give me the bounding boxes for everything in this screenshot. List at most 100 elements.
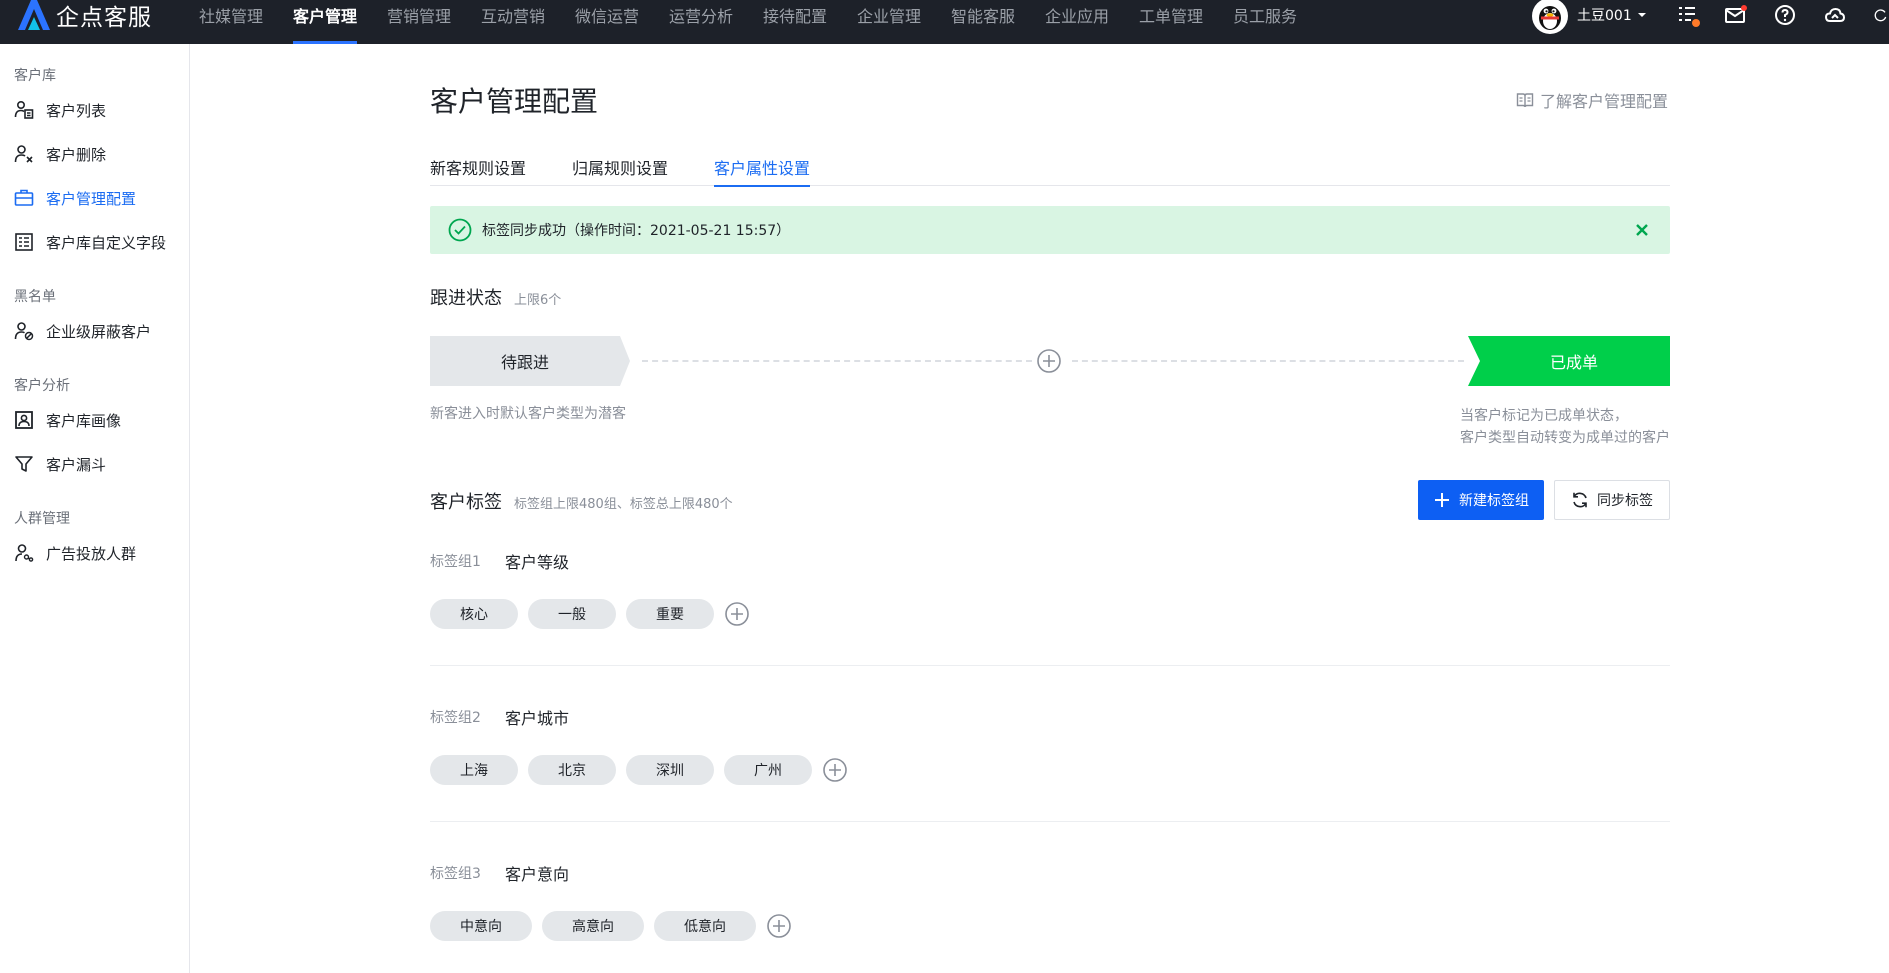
add-stage-button[interactable] <box>1036 348 1062 374</box>
add-tag-button[interactable] <box>724 601 750 627</box>
tag-chip[interactable]: 一般 <box>528 599 616 629</box>
sidebar-item-label: 客户漏斗 <box>46 455 107 474</box>
success-alert: 标签同步成功（操作时间：2021-05-21 15:57） <box>430 206 1670 254</box>
stage-connector <box>1072 360 1464 362</box>
nav-item-enterprise-apps[interactable]: 企业应用 <box>1045 0 1109 44</box>
tag-chip[interactable]: 北京 <box>528 755 616 785</box>
sidebar-item-label: 客户管理配置 <box>46 189 137 208</box>
customer-tags-title: 客户标签 <box>430 492 502 513</box>
close-icon[interactable] <box>1632 220 1652 240</box>
user-avatar[interactable] <box>1532 0 1568 34</box>
sync-tags-button[interactable]: 同步标签 <box>1554 480 1670 520</box>
sync-icon <box>1571 491 1589 509</box>
add-tag-button[interactable] <box>766 913 792 939</box>
help-link[interactable]: 了解客户管理配置 <box>1516 88 1668 112</box>
user-block-icon <box>14 321 34 341</box>
add-tag-button[interactable] <box>822 757 848 783</box>
tag-chip[interactable]: 核心 <box>430 599 518 629</box>
sidebar-item-customer-list[interactable]: 客户列表 <box>14 95 184 125</box>
task-list-button[interactable] <box>1676 3 1700 27</box>
end-stage-note-line: 客户类型自动转变为成单过的客户 <box>1460 430 1670 446</box>
sidebar-item-ad-audience[interactable]: 广告投放人群 <box>14 538 184 568</box>
stage-pending-label: 待跟进 <box>500 353 549 372</box>
new-tag-group-button[interactable]: 新建标签组 <box>1418 480 1544 520</box>
tag-group-name[interactable]: 客户等级 <box>505 549 569 573</box>
mail-button[interactable] <box>1723 3 1747 27</box>
help-link-label: 了解客户管理配置 <box>1540 92 1669 111</box>
stage-pending[interactable]: 待跟进 <box>430 336 630 386</box>
plus-circle-icon <box>767 914 791 938</box>
tab-bar: 新客规则设置 归属规则设置 客户属性设置 <box>430 152 1670 187</box>
nav-item-customer[interactable]: 客户管理 <box>293 0 358 44</box>
tag-group-name[interactable]: 客户城市 <box>505 705 569 729</box>
end-stage-note-line: 当客户标记为已成单状态， <box>1460 408 1628 424</box>
tag-chip[interactable]: 重要 <box>626 599 714 629</box>
nav-item-reception[interactable]: 接待配置 <box>763 0 827 44</box>
tab-new-customer-rules[interactable]: 新客规则设置 <box>430 155 526 186</box>
sidebar-item-customer-delete[interactable]: 客户删除 <box>14 139 184 169</box>
plus-circle-icon <box>1037 349 1061 373</box>
nav-item-analytics[interactable]: 运营分析 <box>669 0 733 44</box>
sidebar-item-label: 广告投放人群 <box>46 544 137 563</box>
tag-chip[interactable]: 低意向 <box>654 911 756 941</box>
mail-icon <box>1725 5 1747 23</box>
tab-ownership-rules[interactable]: 归属规则设置 <box>572 155 668 186</box>
plus-circle-icon <box>823 758 847 782</box>
more-button[interactable] <box>1873 3 1889 27</box>
audience-icon <box>14 543 34 563</box>
nav-item-social[interactable]: 社媒管理 <box>199 0 263 44</box>
tag-chip[interactable]: 上海 <box>430 755 518 785</box>
refresh-icon <box>1874 9 1887 22</box>
tag-chip[interactable]: 广州 <box>724 755 812 785</box>
sidebar-item-customer-funnel[interactable]: 客户漏斗 <box>14 449 184 479</box>
sidebar-item-label: 客户库自定义字段 <box>46 233 167 252</box>
page-title: 客户管理配置 <box>430 85 599 118</box>
help-icon <box>1775 5 1795 25</box>
portrait-frame-icon <box>14 410 34 430</box>
brand-name: 企点客服 <box>56 5 152 31</box>
tag-group-name[interactable]: 客户意向 <box>505 861 569 885</box>
user-name: 土豆001 <box>1577 8 1632 24</box>
new-tag-group-label: 新建标签组 <box>1459 493 1529 509</box>
brand-logo[interactable]: 企点客服 <box>14 0 152 31</box>
tag-chip[interactable]: 高意向 <box>542 911 644 941</box>
tag-group-index: 标签组1 <box>430 554 481 570</box>
stage-closed-deal-label: 已成单 <box>1549 353 1598 372</box>
funnel-icon <box>14 454 34 474</box>
tag-chip-list: 中意向 高意向 低意向 <box>430 911 792 941</box>
nav-item-enterprise[interactable]: 企业管理 <box>857 0 921 44</box>
divider <box>430 821 1670 822</box>
sidebar-item-label: 客户库画像 <box>46 411 122 430</box>
customer-list-icon <box>14 100 34 120</box>
nav-item-marketing[interactable]: 营销管理 <box>387 0 451 44</box>
help-button[interactable] <box>1773 3 1797 27</box>
customer-tags-hint: 标签组上限480组、标签总上限480个 <box>514 497 733 512</box>
nav-item-staff[interactable]: 员工服务 <box>1233 0 1297 44</box>
divider <box>430 665 1670 666</box>
follow-status-title: 跟进状态 <box>430 288 502 309</box>
sidebar-item-customer-portrait[interactable]: 客户库画像 <box>14 405 184 435</box>
sidebar-item-customer-config[interactable]: 客户管理配置 <box>14 183 184 213</box>
tag-chip[interactable]: 中意向 <box>430 911 532 941</box>
nav-item-tickets[interactable]: 工单管理 <box>1139 0 1203 44</box>
nav-item-smart-service[interactable]: 智能客服 <box>951 0 1015 44</box>
user-menu[interactable]: 土豆001 <box>1577 0 1647 30</box>
chevron-down-icon <box>1637 13 1646 17</box>
tab-customer-attributes[interactable]: 客户属性设置 <box>714 155 811 187</box>
tag-chip-list: 上海 北京 深圳 广州 <box>430 755 848 785</box>
sidebar-item-label: 客户列表 <box>46 101 107 120</box>
end-stage-note: 当客户标记为已成单状态， 客户类型自动转变为成单过的客户 <box>1460 405 1670 449</box>
form-fields-icon <box>14 232 34 252</box>
sidebar-section-title: 客户分析 <box>14 378 70 394</box>
sidebar-item-blocked-customers[interactable]: 企业级屏蔽客户 <box>14 316 184 346</box>
cloud-button[interactable] <box>1823 3 1847 27</box>
tag-chip[interactable]: 深圳 <box>626 755 714 785</box>
user-remove-icon <box>14 144 34 164</box>
nav-item-interactive-marketing[interactable]: 互动营销 <box>481 0 545 44</box>
cloud-icon <box>1824 7 1846 22</box>
sidebar-item-custom-fields[interactable]: 客户库自定义字段 <box>14 227 184 257</box>
stage-closed-deal[interactable]: 已成单 <box>1468 336 1670 386</box>
penguin-avatar-icon <box>1539 6 1561 30</box>
sidebar-item-label: 客户删除 <box>46 145 107 164</box>
nav-item-wechat[interactable]: 微信运营 <box>575 0 639 44</box>
